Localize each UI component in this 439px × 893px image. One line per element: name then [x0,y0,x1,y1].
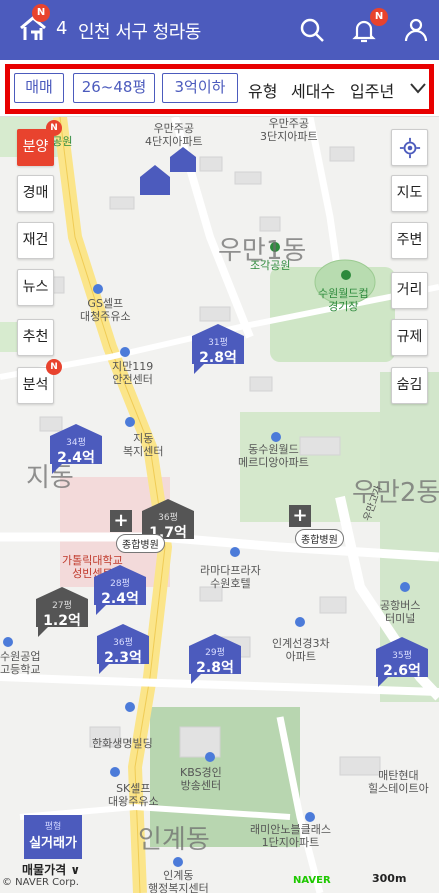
sidebtn-regulation[interactable]: 규제 [391,319,428,356]
price-marker[interactable]: 29평 2.8억 [187,632,243,684]
app-header: N 4 인천 서구 청라동 N [0,0,439,60]
price-marker[interactable]: 35평 2.6억 [374,635,430,687]
sidebtn-distance[interactable]: 거리 [391,272,428,309]
price-marker[interactable]: 36평 2.3억 [95,622,151,674]
sidebtn-auction[interactable]: 경매 [17,175,54,212]
price-marker[interactable]: 31평 2.8억 [190,322,246,374]
price-marker[interactable]: 28평 2.4억 [92,563,148,615]
map-label-welfare-center: 지동 복지센터 [123,432,164,458]
my-location-button[interactable] [391,129,428,166]
map-label-district: 우만2동 [352,478,439,508]
price-marker[interactable]: 34평 2.4억 [48,422,104,474]
map-label-school: 수원공업 고등학교 [0,650,41,676]
listing-price-dropdown[interactable]: 매물가격 ∨ [22,861,80,878]
map-label-gas-station: GS셀프 대청주유소 [80,297,131,323]
map-label-apt: 매탄현대 힐스테이트아 [368,769,429,795]
filter-highlight-box [5,64,434,114]
real-price-toggle[interactable]: 평형 실거래가 [24,815,82,859]
bell-new-badge: N [370,8,388,26]
sidebtn-recommend[interactable]: 추천 [17,319,54,356]
map-label-park: 조각공원 [250,259,291,272]
sidebtn-hide[interactable]: 숨김 [391,367,428,404]
sidebtn-nearby[interactable]: 주변 [391,222,428,259]
map-label-stadium: 수원월드컵 경기장 [318,287,369,313]
crosshair-icon [399,137,420,159]
map-label-district: 인계동 [138,825,210,855]
map-scale: 300m [372,872,407,885]
user-icon[interactable] [402,16,430,44]
sidebtn-news[interactable]: 뉴스 [17,269,54,306]
sidebtn-map[interactable]: 지도 [391,175,428,212]
map-label-welfare-center: 인계동 행정복지센터 [148,869,209,893]
logo-new-badge: N [32,4,50,22]
map-label-gas-station: SK셀프 대왕주유소 [108,782,159,808]
price-marker[interactable]: 27평 1.2억 [34,585,90,637]
map-label-hotel: 라마다프라자 수원호텔 [200,564,261,590]
presale-new-badge: N [46,120,62,136]
map-label-bus-terminal: 공항버스 터미널 [380,599,421,625]
search-icon[interactable] [298,16,326,44]
map-label-apt: 래미안노블클래스 1단지아파트 [250,823,331,849]
map-label-fire-station: 지만119 안전센터 [112,360,154,386]
analysis-new-badge: N [46,359,62,375]
hospital-cross-icon: + [289,505,311,527]
location-name[interactable]: 인천 서구 청라동 [78,18,201,44]
map-label-broadcast: KBS경인 방송센터 [180,766,222,792]
sidebtn-rebuild[interactable]: 재건 [17,222,54,259]
map-label-apt: 동수원월드 메르디앙아파트 [238,443,309,469]
map-label-apt: 인계선경3차 아파트 [272,637,330,663]
hospital-marker[interactable]: + 종합병원 [289,505,344,549]
map-copyright: © NAVER Corp. [2,877,79,888]
map-view[interactable]: 바위공원 우만주공 4단지아파트 우만주공 3단지아파트 우만1동 조각공원 G… [0,117,439,893]
map-label-apt: 우만주공 3단지아파트 [260,117,318,143]
filter-bar: 매매 26~48평 3억이하 유형 세대수 입주년 [0,60,439,117]
map-label-apt: 우만주공 4단지아파트 [145,122,203,148]
hospital-marker[interactable]: + 종합병원 [110,510,165,554]
map-label-building: 한화생명빌딩 [92,737,153,750]
location-count[interactable]: 4 [56,18,67,39]
naver-logo: NAVER [293,875,331,886]
hospital-cross-icon: + [110,510,132,532]
